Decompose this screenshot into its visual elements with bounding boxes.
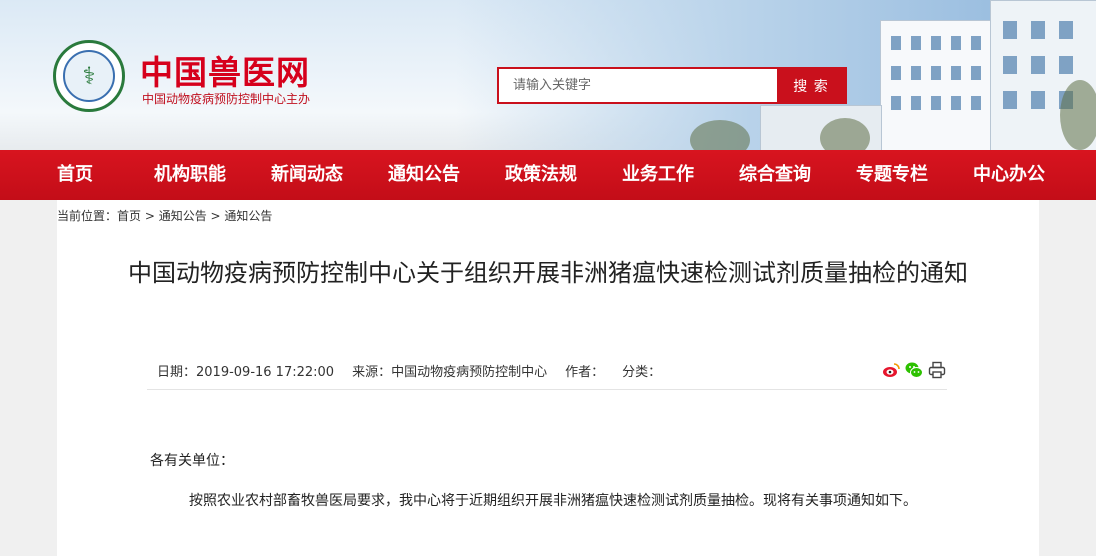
building-image [880,20,992,150]
breadcrumb-prefix: 当前位置： [57,209,118,223]
weibo-icon[interactable] [882,361,900,379]
nav-item-notices[interactable]: 通知公告 [388,150,460,200]
nav-item-news[interactable]: 新闻动态 [271,150,343,200]
article-container: 当前位置：首页 > 通知公告 > 通知公告 中国动物疫病预防控制中心关于组织开展… [57,200,1039,556]
site-title[interactable]: 中国兽医网 [140,46,310,94]
search-box: 搜 索 [497,67,847,104]
caduceus-seal-icon: ⚕ [63,50,115,102]
meta-divider [147,389,947,390]
breadcrumb-section[interactable]: 通知公告 [159,209,207,223]
article-paragraph: 按照农业农村部畜牧兽医局要求，我中心将于近期组织开展非洲猪瘟快速检测试剂质量抽检… [189,493,917,509]
nav-item-topics[interactable]: 专题专栏 [856,150,928,200]
article-date: 日期：2019-09-16 17:22:00 [157,365,335,380]
tree-image [1060,80,1096,150]
breadcrumb: 当前位置：首页 > 通知公告 > 通知公告 [57,207,272,224]
wechat-icon[interactable] [905,361,923,379]
article-title: 中国动物疫病预防控制中心关于组织开展非洲猪瘟快速检测试剂质量抽检的通知 [128,259,968,287]
breadcrumb-separator: > [141,209,159,223]
article-author: 作者： [565,365,605,380]
nav-item-office[interactable]: 中心办公 [973,150,1045,200]
article-category: 分类： [622,365,662,380]
article-salutation: 各有关单位： [150,453,234,469]
search-input[interactable] [499,69,777,102]
nav-item-operations[interactable]: 业务工作 [622,150,694,200]
site-logo[interactable]: ⚕ [53,40,125,112]
search-button[interactable]: 搜 索 [777,69,845,102]
site-header: ⚕ 中国兽医网 中国动物疫病预防控制中心主办 搜 索 [0,0,1096,150]
print-icon[interactable] [928,361,946,379]
breadcrumb-separator: > [206,209,225,223]
nav-item-home[interactable]: 首页 [57,150,93,200]
breadcrumb-current[interactable]: 通知公告 [224,209,272,223]
article-meta: 日期：2019-09-16 17:22:00 来源：中国动物疫病预防控制中心 作者：… [157,361,679,380]
main-nav: 首页 机构职能 新闻动态 通知公告 政策法规 业务工作 综合查询 专题专栏 中心… [0,150,1096,200]
tree-image [820,118,870,150]
site-subtitle: 中国动物疫病预防控制中心主办 [142,92,311,106]
nav-item-policies[interactable]: 政策法规 [505,150,577,200]
breadcrumb-home[interactable]: 首页 [117,209,141,223]
article-source: 来源：中国动物疫病预防控制中心 [352,365,548,380]
nav-item-functions[interactable]: 机构职能 [154,150,226,200]
nav-item-query[interactable]: 综合查询 [739,150,811,200]
